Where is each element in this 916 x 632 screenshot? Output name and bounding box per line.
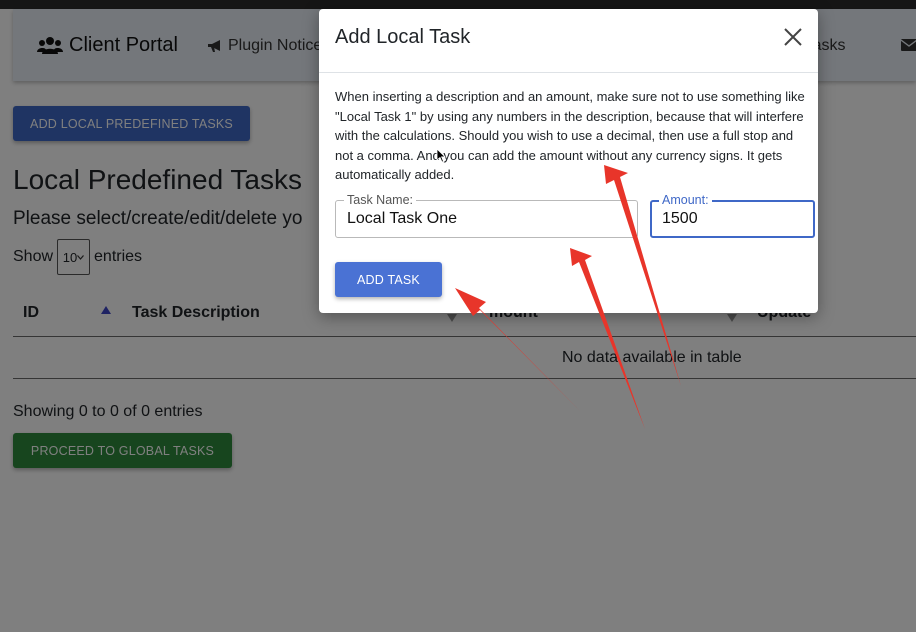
annotation-arrow bbox=[570, 248, 645, 429]
annotation-arrows bbox=[455, 165, 681, 429]
annotation-arrow bbox=[455, 288, 581, 412]
